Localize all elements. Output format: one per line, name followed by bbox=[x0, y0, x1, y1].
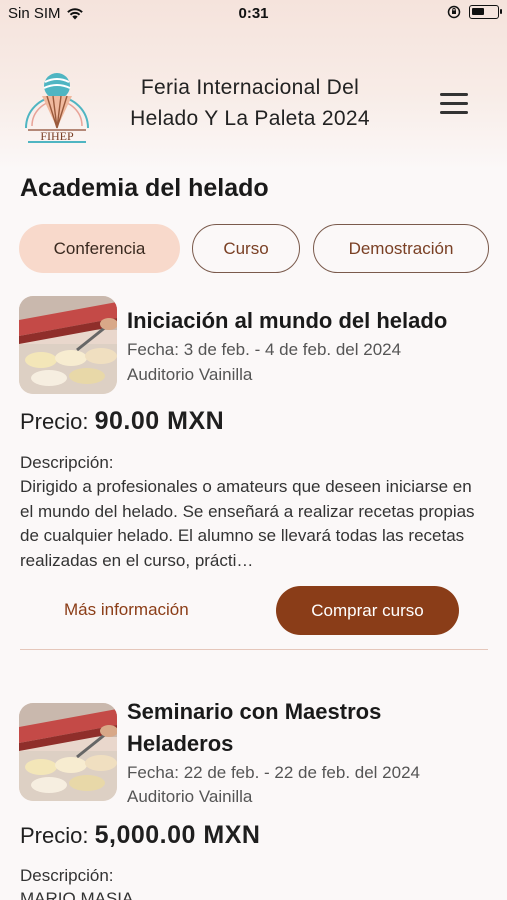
header-title: Feria Internacional Del Helado Y La Pale… bbox=[110, 72, 390, 134]
price-label: Precio: bbox=[20, 409, 89, 434]
status-time: 0:31 bbox=[238, 5, 269, 22]
more-info-link[interactable]: Más información bbox=[64, 600, 189, 620]
app-header: FIHEP Feria Internacional Del Helado Y L… bbox=[0, 60, 507, 150]
price-value: 5,000.00 MXN bbox=[94, 821, 261, 849]
course-title: Iniciación al mundo del helado bbox=[127, 308, 448, 333]
battery-icon bbox=[469, 5, 502, 19]
course-venue: Auditorio Vainilla bbox=[127, 365, 253, 384]
tab-curso[interactable]: Curso bbox=[192, 224, 300, 273]
status-right-group bbox=[447, 5, 502, 19]
page-title: Academia del helado bbox=[20, 174, 269, 202]
course-date: Fecha: 3 de feb. - 4 de feb. del 2024 bbox=[127, 340, 402, 359]
fihep-logo[interactable]: FIHEP bbox=[18, 66, 96, 144]
course-description: MARIO MASIA bbox=[20, 889, 134, 900]
status-bar: Sin SIM 0:31 bbox=[0, 0, 507, 28]
course-title-line2: Heladeros bbox=[127, 731, 234, 756]
hamburger-menu-icon[interactable] bbox=[440, 93, 468, 117]
price-label: Precio: bbox=[20, 823, 89, 848]
description-label: Descripción: bbox=[20, 453, 114, 472]
divider bbox=[20, 649, 488, 650]
course-description: Dirigido a profesionales o amateurs que … bbox=[20, 477, 475, 570]
header-title-line2: Helado Y La Paleta 2024 bbox=[130, 107, 370, 130]
course-price: Precio: 90.00 MXN bbox=[20, 407, 224, 436]
course-thumbnail bbox=[19, 296, 117, 394]
price-value: 90.00 MXN bbox=[94, 407, 225, 435]
battery-level bbox=[472, 8, 484, 15]
orientation-lock-icon bbox=[447, 5, 461, 19]
header-title-line1: Feria Internacional Del bbox=[140, 76, 360, 99]
description-label: Descripción: bbox=[20, 866, 114, 885]
course-venue: Auditorio Vainilla bbox=[127, 787, 253, 806]
tab-demostracion[interactable]: Demostración bbox=[313, 224, 489, 273]
course-title: Seminario con Maestros Heladeros bbox=[127, 696, 487, 760]
course-price: Precio: 5,000.00 MXN bbox=[20, 821, 260, 850]
course-date: Fecha: 22 de feb. - 22 de feb. del 2024 bbox=[127, 763, 420, 782]
tab-conferencia[interactable]: Conferencia bbox=[19, 224, 180, 273]
course-thumbnail bbox=[19, 703, 117, 801]
buy-course-button[interactable]: Comprar curso bbox=[276, 586, 459, 635]
course-title-line1: Seminario con Maestros bbox=[127, 699, 382, 724]
logo-text: FIHEP bbox=[40, 129, 74, 143]
